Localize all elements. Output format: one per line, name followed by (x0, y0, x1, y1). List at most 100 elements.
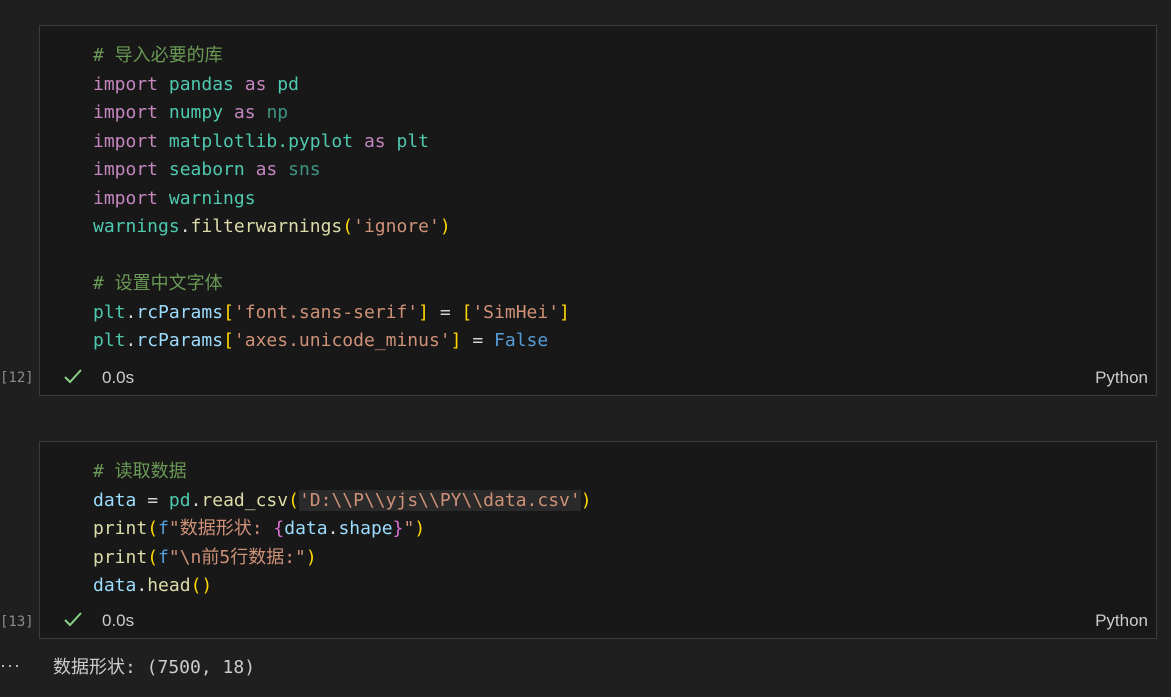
output-menu-icon[interactable]: ··· (0, 655, 21, 676)
module-alias: pd (277, 73, 299, 95)
comment: # 导入必要的库 (93, 45, 223, 66)
comment: # 设置中文字体 (93, 273, 223, 294)
module-alias: plt (396, 130, 429, 152)
object-name: pd (168, 489, 191, 511)
keyword: as (233, 102, 256, 123)
string-literal: " (403, 518, 415, 539)
bracket: ( (288, 489, 299, 511)
function-name: head (147, 575, 191, 596)
code-cell[interactable]: # 读取数据 data = pd.read_csv('D:\\P\\yjs\\P… (39, 441, 1157, 639)
attribute-name: rcParams (136, 330, 224, 351)
bracket: ) (580, 489, 592, 511)
code-line: import numpy as np (93, 99, 570, 128)
code-line: import seaborn as sns (93, 156, 570, 185)
code-line: print(f"\n前5行数据:") (93, 544, 592, 573)
string-literal: 'ignore' (353, 216, 440, 237)
code-line: warnings.filterwarnings('ignore') (93, 213, 570, 242)
code-editor[interactable]: # 导入必要的库 import pandas as pd import nump… (93, 42, 570, 356)
cell-output: 数据形状: (7500, 18) (53, 657, 256, 678)
module-name: matplotlib.pyplot (168, 130, 354, 152)
operator: = (428, 301, 462, 323)
function-name: print (93, 546, 148, 568)
keyword: as (363, 130, 386, 152)
bracket: ) (439, 216, 451, 237)
variable-name: data (93, 489, 137, 511)
keyword: as (244, 73, 267, 95)
dot: . (190, 489, 202, 511)
string-literal: 'font.sans-serif' (233, 301, 419, 323)
dot: . (136, 575, 148, 596)
cell-status-bar: 0.0s Python (40, 604, 1156, 638)
execution-time: 0.0s (102, 611, 135, 630)
language-selector[interactable]: Python (1095, 604, 1148, 638)
code-editor[interactable]: # 读取数据 data = pd.read_csv('D:\\P\\yjs\\P… (93, 458, 592, 601)
operator: = (136, 489, 169, 511)
code-line: data.head() (93, 572, 592, 601)
attribute-name: rcParams (136, 301, 224, 323)
keyword: import (93, 159, 159, 180)
fstring-prefix: f (158, 518, 169, 539)
check-icon (64, 369, 82, 384)
boolean-literal: False (494, 330, 549, 351)
execution-count: [13] (0, 614, 34, 630)
bracket: } (392, 518, 404, 539)
dot: . (327, 518, 339, 539)
bracket: ) (305, 546, 317, 568)
variable-name: data (284, 518, 328, 539)
function-name: filterwarnings (190, 216, 343, 237)
bracket: ) (201, 575, 213, 596)
language-selector[interactable]: Python (1095, 361, 1148, 395)
bracket: { (273, 518, 285, 539)
module-alias: sns (288, 159, 321, 180)
execution-count: [12] (0, 370, 34, 386)
code-line: import matplotlib.pyplot as plt (93, 128, 570, 157)
keyword: import (93, 73, 159, 95)
module-alias: np (266, 102, 289, 123)
code-line: import warnings (93, 185, 570, 214)
object-name: warnings (93, 216, 180, 237)
bracket: ( (342, 216, 354, 237)
bracket: ) (414, 518, 426, 539)
keyword: import (93, 130, 159, 152)
code-line: # 设置中文字体 (93, 270, 570, 299)
bracket: [ (223, 301, 234, 323)
code-line: # 读取数据 (93, 458, 592, 487)
operator: = (461, 330, 495, 351)
check-icon (64, 612, 82, 627)
string-literal: 'axes.unicode_minus' (233, 330, 451, 351)
function-name: print (93, 518, 148, 539)
object-name: plt (93, 330, 126, 351)
bracket: ] (450, 330, 462, 351)
code-line: plt.rcParams['font.sans-serif'] = ['SimH… (93, 299, 570, 328)
dot: . (179, 216, 191, 237)
bracket: ( (190, 575, 202, 596)
variable-name: data (93, 575, 137, 596)
dot: . (125, 330, 137, 351)
module-name: numpy (168, 102, 224, 123)
string-literal: 'D:\\P\\yjs\\PY\\data.csv' (298, 489, 581, 511)
string-literal: "\n前5行数据:" (168, 546, 306, 568)
keyword: import (93, 187, 159, 209)
execution-time: 0.0s (102, 368, 135, 387)
keyword: as (255, 159, 278, 180)
fstring-prefix: f (158, 546, 169, 568)
code-line: data = pd.read_csv('D:\\P\\yjs\\PY\\data… (93, 487, 592, 516)
cell-status-bar: 0.0s Python (40, 361, 1156, 395)
code-cell[interactable]: # 导入必要的库 import pandas as pd import nump… (39, 25, 1157, 396)
function-name: read_csv (201, 489, 289, 511)
module-name: warnings (168, 187, 256, 209)
code-line: plt.rcParams['axes.unicode_minus'] = Fal… (93, 327, 570, 356)
code-line: import pandas as pd (93, 71, 570, 100)
bracket: ] (559, 301, 570, 323)
comment: # 读取数据 (93, 461, 187, 482)
module-name: pandas (168, 73, 234, 95)
string-literal: 'SimHei' (472, 301, 560, 323)
bracket: ( (147, 518, 159, 539)
code-line: # 导入必要的库 (93, 42, 570, 71)
bracket: ] (418, 301, 429, 323)
code-line: print(f"数据形状: {data.shape}") (93, 515, 592, 544)
string-literal: "数据形状: (168, 518, 274, 539)
keyword: import (93, 102, 159, 123)
module-name: seaborn (168, 159, 245, 180)
